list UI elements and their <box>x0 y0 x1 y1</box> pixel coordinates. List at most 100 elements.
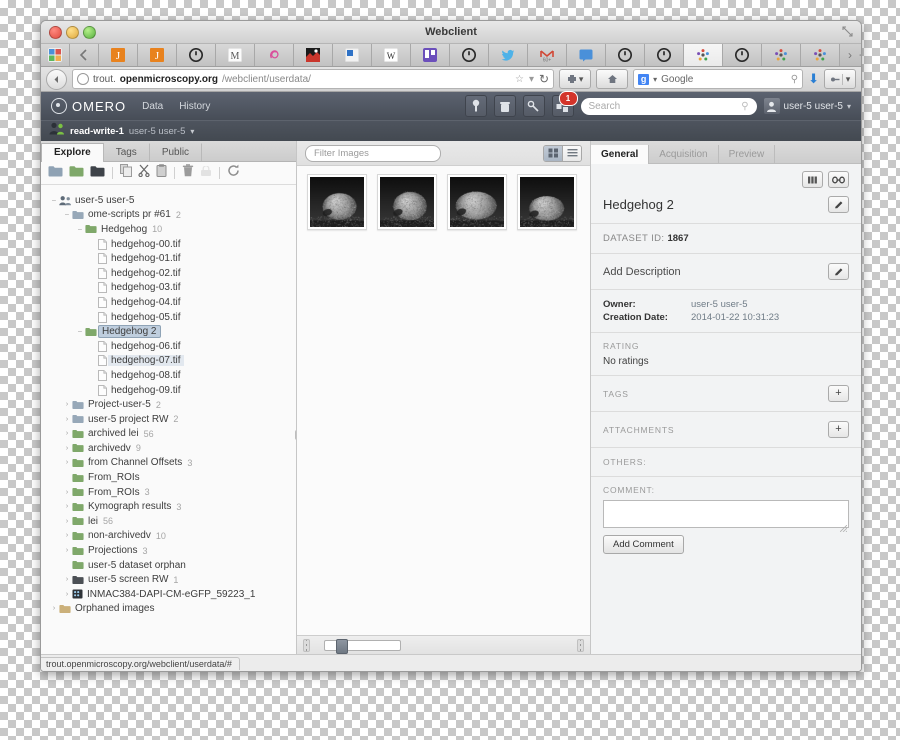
collapse-twisty-icon[interactable]: – <box>75 328 85 335</box>
expand-twisty-icon[interactable]: › <box>62 430 72 437</box>
browser-tab-10[interactable] <box>411 44 450 66</box>
left-resize-grip[interactable] <box>303 638 310 652</box>
expand-twisty-icon[interactable]: › <box>62 576 72 583</box>
nav-history[interactable]: History <box>179 101 210 112</box>
collapse-twisty-icon[interactable]: – <box>49 197 59 204</box>
collapse-twisty-icon[interactable]: – <box>75 226 85 233</box>
address-input[interactable]: trout. openmicroscopy.org/webclient/userd… <box>72 69 555 89</box>
resize-handle-icon[interactable] <box>839 519 848 533</box>
tree-node[interactable]: › non-archivedv 10 <box>41 529 296 544</box>
activities-icon[interactable]: 1 <box>551 91 578 117</box>
tree-node[interactable]: – user-5 user-5 <box>41 193 296 208</box>
omero-logo[interactable]: OMERO <box>51 98 126 114</box>
tree-node[interactable]: – Hedgehog 2 <box>41 324 296 339</box>
tree-node[interactable]: › Project-user-5 2 <box>41 397 296 412</box>
expand-twisty-icon[interactable]: › <box>62 489 72 496</box>
list-view-icon[interactable] <box>562 145 581 161</box>
tree-node[interactable]: › from Channel Offsets 3 <box>41 456 296 471</box>
tree-node[interactable]: From_ROIs <box>41 470 296 485</box>
description-row[interactable]: Add Description <box>603 254 849 289</box>
paste-icon[interactable] <box>156 164 167 182</box>
tree-node[interactable]: hedgehog-08.tif <box>41 368 296 383</box>
cut-icon[interactable] <box>138 164 150 182</box>
browser-search-input[interactable]: g ▾ Google ⚲ <box>633 69 804 89</box>
thumbnail-grid-icon[interactable] <box>802 171 823 188</box>
right-resize-grip[interactable] <box>577 638 584 652</box>
thumbnail-zoom-slider[interactable] <box>324 638 401 654</box>
fullscreen-icon[interactable] <box>842 26 853 37</box>
expand-twisty-icon[interactable]: › <box>62 547 72 554</box>
home-button[interactable] <box>596 69 629 89</box>
omero-search-input[interactable]: Search ⚲ <box>580 97 757 115</box>
browser-tab-13[interactable]: 60+ <box>528 44 567 66</box>
trash-icon[interactable] <box>493 95 516 117</box>
tree-node[interactable]: – Hedgehog 10 <box>41 222 296 237</box>
browser-tab-11[interactable] <box>450 44 489 66</box>
customize-button[interactable]: ▾ <box>824 69 856 89</box>
expand-twisty-icon[interactable]: › <box>62 401 72 408</box>
tree-node[interactable]: hedgehog-01.tif <box>41 251 296 266</box>
tab-general[interactable]: General <box>591 145 650 164</box>
browser-tab-0[interactable] <box>41 44 70 66</box>
tree-node[interactable]: › Projections 3 <box>41 543 296 558</box>
hedgehog-07-thumbnail[interactable] <box>377 174 437 230</box>
browser-tab-5[interactable]: M <box>216 44 255 66</box>
tree-node[interactable]: hedgehog-04.tif <box>41 295 296 310</box>
new-screen-icon[interactable] <box>90 164 105 182</box>
search-engine-caret[interactable]: ▾ <box>653 75 657 84</box>
browser-tab-19[interactable] <box>762 44 801 66</box>
chevron-down-icon[interactable]: ▾ <box>190 127 194 136</box>
expand-twisty-icon[interactable]: › <box>62 532 72 539</box>
tree-node[interactable]: hedgehog-07.tif <box>41 354 296 369</box>
comment-input[interactable] <box>603 500 849 533</box>
browser-tab-2[interactable]: J <box>99 44 138 66</box>
expand-twisty-icon[interactable]: › <box>62 503 72 510</box>
link-icon[interactable] <box>828 171 849 188</box>
browser-tab-4[interactable] <box>177 44 216 66</box>
zoom-button[interactable] <box>83 25 96 39</box>
browser-tab-18[interactable] <box>723 44 762 66</box>
add-tag-button[interactable]: + <box>828 385 849 402</box>
tree-node[interactable]: › Orphaned images <box>41 602 296 617</box>
tree-node[interactable]: › archived lei 56 <box>41 427 296 442</box>
hedgehog-08-thumbnail[interactable] <box>447 174 507 230</box>
user-menu[interactable]: user-5 user-5 ▾ <box>763 98 851 114</box>
tab-tags[interactable]: Tags <box>104 143 150 161</box>
tree-node[interactable]: › user-5 project RW 2 <box>41 412 296 427</box>
hedgehog-06-thumbnail[interactable] <box>307 174 367 230</box>
minimize-button[interactable] <box>66 25 79 39</box>
browser-tab-12[interactable] <box>489 44 528 66</box>
tree-node[interactable]: hedgehog-05.tif <box>41 310 296 325</box>
collapse-twisty-icon[interactable]: – <box>62 211 72 218</box>
tree-node[interactable]: › lei 56 <box>41 514 296 529</box>
new-tab-button[interactable]: + <box>859 48 861 62</box>
bookmark-star-icon[interactable]: ☆ <box>515 74 524 85</box>
add-attachment-button[interactable]: + <box>828 421 849 438</box>
tree-node[interactable]: – ome-scripts pr #61 2 <box>41 208 296 223</box>
grid-view-icon[interactable] <box>544 145 562 161</box>
new-project-icon[interactable] <box>48 164 63 182</box>
script-icon[interactable] <box>522 95 545 117</box>
expand-twisty-icon[interactable]: › <box>62 445 72 452</box>
nav-data[interactable]: Data <box>142 101 163 112</box>
tree-node[interactable]: hedgehog-02.tif <box>41 266 296 281</box>
copy-icon[interactable] <box>120 164 132 182</box>
tree-scrollbar[interactable] <box>295 430 296 440</box>
tree-node[interactable]: › INMAC384-DAPI-CM-eGFP_59223_1 <box>41 587 296 602</box>
pin-icon[interactable] <box>464 95 487 117</box>
tab-preview[interactable]: Preview <box>719 145 776 163</box>
edit-name-button[interactable] <box>828 196 849 213</box>
addon-button[interactable]: ▾ <box>559 69 592 89</box>
data-tree[interactable]: – user-5 user-5– ome-scripts pr #61 2– Hedge… <box>41 185 296 654</box>
expand-twisty-icon[interactable]: › <box>62 591 72 598</box>
browser-tab-6[interactable] <box>255 44 294 66</box>
hedgehog-09-thumbnail[interactable] <box>517 174 577 230</box>
tab-acquisition[interactable]: Acquisition <box>649 145 719 163</box>
browser-tab-14[interactable] <box>567 44 606 66</box>
tree-node[interactable]: › From_ROIs 3 <box>41 485 296 500</box>
tree-node[interactable]: hedgehog-06.tif <box>41 339 296 354</box>
tree-node[interactable]: › archivedv 9 <box>41 441 296 456</box>
tree-node[interactable]: › user-5 screen RW 1 <box>41 572 296 587</box>
browser-tab-15[interactable] <box>606 44 645 66</box>
thumbnail-grid[interactable] <box>297 166 590 635</box>
